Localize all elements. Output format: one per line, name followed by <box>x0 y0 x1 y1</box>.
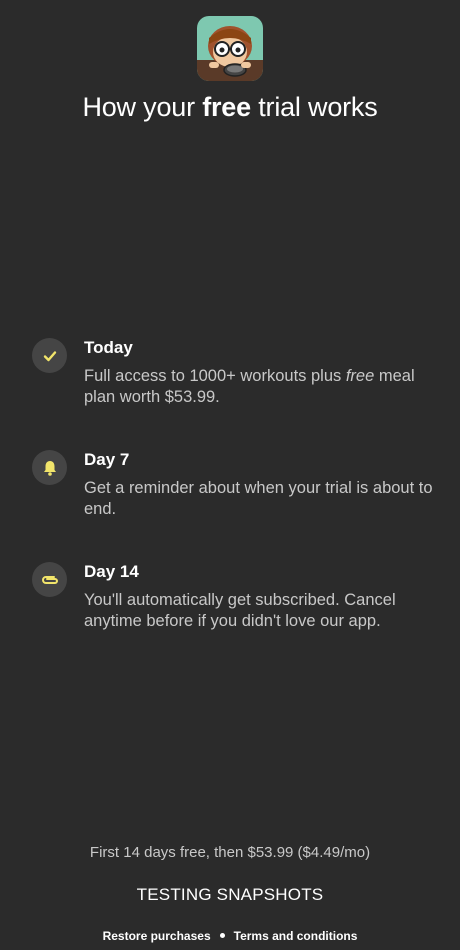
pricing-text: First 14 days free, then $53.99 ($4.49/m… <box>89 844 371 861</box>
paperclip-icon <box>32 562 67 597</box>
step-heading: Today <box>84 338 133 357</box>
step-description: Full access to 1000+ workouts plus free … <box>84 367 415 406</box>
page-title: How your free trial works <box>82 92 378 122</box>
step-description: You'll automatically get subscribed. Can… <box>84 591 396 630</box>
separator-dot <box>219 933 225 939</box>
bell-icon <box>32 450 67 485</box>
terms-and-conditions-link[interactable]: Terms and conditions <box>234 929 358 943</box>
checkmark-icon <box>32 338 67 373</box>
step-heading: Day 14 <box>84 562 139 581</box>
restore-purchases-link[interactable]: Restore purchases <box>103 929 211 943</box>
footer-links: Restore purchases Terms and conditions <box>0 929 460 943</box>
step-description: Get a reminder about when your trial is … <box>84 479 433 518</box>
app-icon <box>197 16 263 81</box>
title-emphasis: free <box>202 92 251 122</box>
step-heading: Day 7 <box>84 450 130 469</box>
testing-snapshots-button[interactable]: TESTING SNAPSHOTS <box>0 885 460 905</box>
